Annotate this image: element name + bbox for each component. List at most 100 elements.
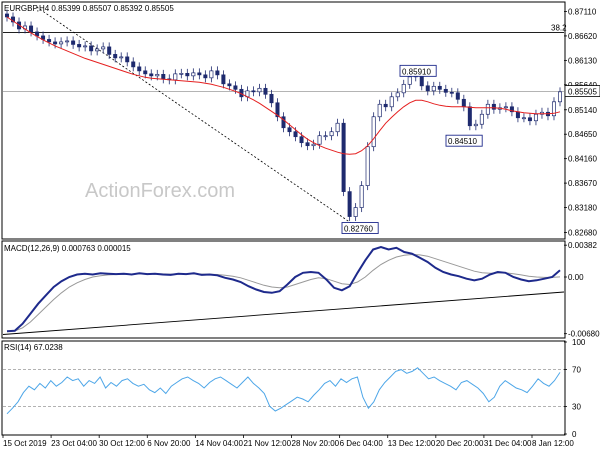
candle	[335, 118, 340, 137]
candle-body	[431, 85, 436, 92]
candle-body	[59, 41, 64, 45]
candle	[191, 68, 196, 81]
annotation-label: 0.85910	[402, 67, 431, 76]
candle-body	[311, 143, 316, 147]
x-tick-label: 28 Nov 20:00	[292, 439, 340, 448]
candle	[185, 68, 190, 81]
rsi-panel: RSI(14) 67.0238 100 70 30 0	[1, 338, 586, 439]
price-annotation: 0.82760	[341, 222, 379, 234]
candle-body	[71, 40, 76, 45]
candle	[395, 88, 400, 102]
candle	[491, 99, 496, 114]
candle	[533, 109, 538, 126]
fib-level-line: 38.2	[3, 23, 567, 33]
macd-main-line	[6, 245, 561, 333]
candle-body	[149, 73, 154, 77]
candle-body	[305, 142, 310, 147]
candle	[29, 21, 34, 37]
candle-body	[485, 103, 490, 115]
candle	[311, 139, 316, 151]
candle-body	[323, 135, 328, 138]
candle-body	[113, 54, 118, 59]
price-header: EURGBP,H4 0.85399 0.85507 0.85392 0.8550…	[4, 4, 174, 13]
candle	[443, 84, 448, 97]
y-tick-label: 100	[572, 338, 586, 347]
macd-trendline	[2, 291, 565, 335]
candle-body	[209, 70, 214, 79]
candle-body	[443, 88, 448, 93]
candle-body	[383, 103, 388, 108]
candle	[377, 99, 382, 122]
candle-body	[125, 56, 130, 63]
fib-label: 38.2	[551, 23, 567, 32]
candle	[425, 81, 430, 96]
candle	[47, 34, 52, 47]
candle	[35, 27, 40, 41]
candle	[437, 81, 442, 94]
candle-body	[143, 70, 148, 75]
candle	[431, 81, 436, 96]
candle-body	[515, 111, 520, 119]
candle-body	[425, 85, 430, 92]
candle	[521, 113, 526, 123]
candle-body	[461, 98, 466, 108]
candle	[341, 118, 346, 197]
candle	[203, 70, 208, 83]
candle	[527, 113, 532, 126]
x-tick-label: 14 Nov 04:00	[195, 439, 243, 448]
candle	[107, 42, 112, 59]
price-annotation: 0.84510	[445, 134, 483, 147]
candle	[515, 107, 520, 123]
x-tick-label: 15 Oct 2019	[3, 439, 47, 448]
candle-body	[155, 73, 160, 77]
macd-signal-line	[6, 253, 561, 332]
candle	[323, 131, 328, 141]
candle	[173, 69, 178, 85]
candle-body	[221, 74, 226, 85]
candle	[257, 83, 262, 97]
candle	[65, 36, 70, 47]
macd-header: MACD(12,26,9) 0.000763 0.000015	[4, 244, 131, 253]
candle	[383, 99, 388, 112]
candle-body	[359, 185, 364, 208]
candle-body	[131, 61, 136, 68]
x-tick-label: 21 Nov 12:00	[243, 439, 291, 448]
candle-body	[527, 117, 532, 122]
candle-body	[353, 207, 358, 217]
candle-body	[449, 91, 454, 94]
candle-body	[341, 122, 346, 192]
y-tick-label: 0.00	[568, 273, 584, 282]
candle	[557, 87, 563, 107]
candle	[59, 37, 64, 49]
price-annotation: 0.85910	[399, 64, 437, 77]
candle-body	[401, 83, 406, 94]
x-tick-label: 6 Nov 20:00	[147, 439, 191, 448]
candle	[131, 57, 136, 72]
x-tick-label: 13 Dec 12:00	[388, 439, 436, 448]
candle-body	[29, 25, 34, 33]
last-price-label: 0.85505	[568, 88, 597, 97]
candle-body	[137, 66, 142, 72]
candle-body	[389, 96, 394, 108]
candle	[77, 39, 82, 52]
macd-y-axis: 0.003820.00-0.006803	[564, 241, 600, 339]
y-tick-label: 70	[572, 366, 581, 375]
candle	[161, 69, 166, 84]
candle-body	[395, 92, 400, 98]
candle-body	[185, 73, 190, 77]
candle-body	[119, 56, 124, 59]
candle-body	[173, 73, 178, 81]
candle-body	[371, 116, 376, 148]
y-tick-label: 0.85140	[568, 106, 597, 115]
candle	[263, 83, 268, 99]
y-tick-label: 0.00382	[568, 241, 597, 250]
candle	[359, 181, 364, 213]
chart-canvas: EURGBP,H4 0.85399 0.85507 0.85392 0.8550…	[1, 1, 600, 448]
candle	[509, 102, 514, 117]
candle-body	[257, 87, 262, 93]
candle-body	[263, 87, 268, 95]
x-tick-label: 23 Oct 04:00	[51, 439, 97, 448]
candle-body	[107, 46, 112, 55]
candle	[281, 112, 286, 133]
candle-body	[251, 90, 256, 93]
